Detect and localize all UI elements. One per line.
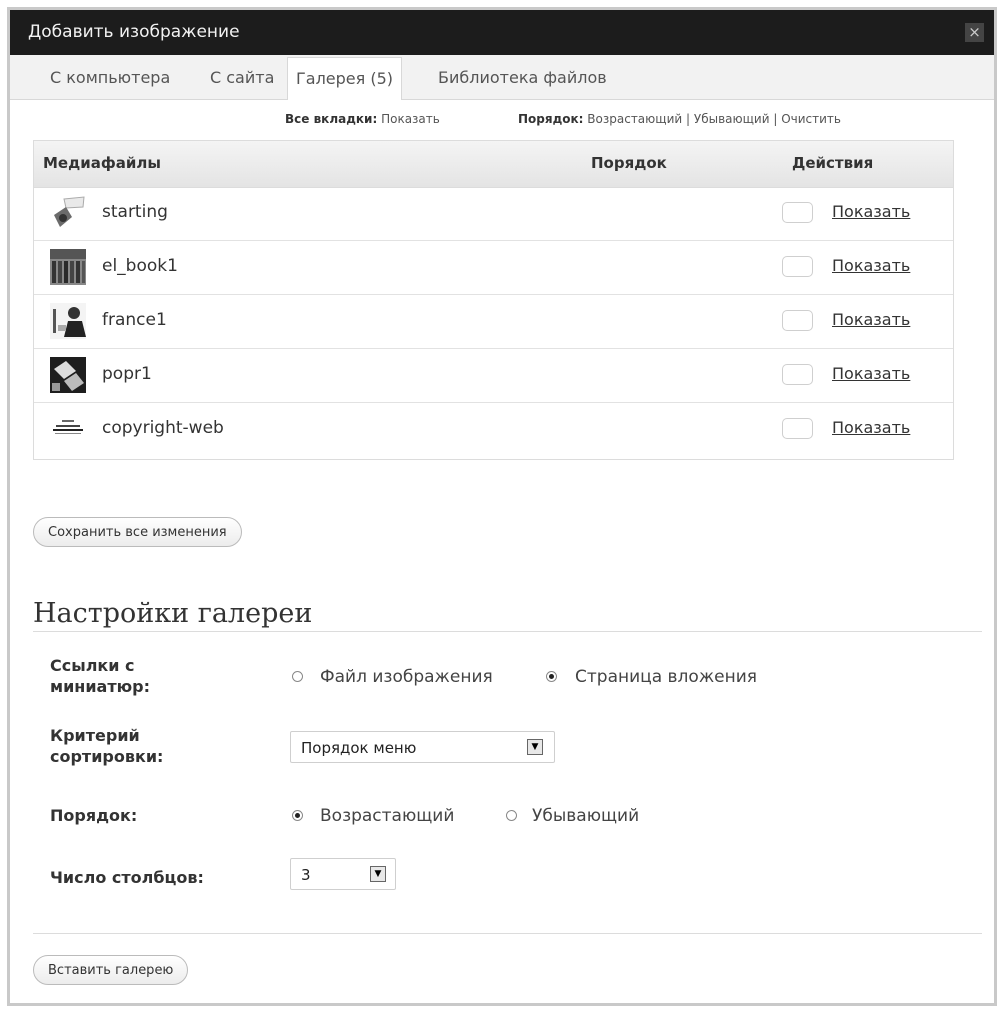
label-line: Ссылки с bbox=[50, 656, 135, 675]
show-link[interactable]: Показать bbox=[832, 364, 910, 383]
order-label: Порядок: bbox=[50, 806, 138, 825]
columns-value: 3 bbox=[301, 866, 311, 884]
media-file-name: popr1 bbox=[102, 364, 152, 384]
tab-from-url[interactable]: С сайта bbox=[210, 55, 274, 99]
tab-gallery[interactable]: Галерея (5) bbox=[287, 57, 403, 100]
sort-clear-link[interactable]: Очистить bbox=[781, 112, 841, 126]
column-header-media: Медиафайлы bbox=[43, 154, 161, 172]
tab-from-computer[interactable]: С компьютера bbox=[50, 55, 170, 99]
sort-criterion-select[interactable]: Порядок меню ▼ bbox=[290, 731, 555, 763]
show-link[interactable]: Показать bbox=[832, 256, 910, 275]
sort-criterion-value: Порядок меню bbox=[301, 739, 417, 757]
all-tabs-label: Все вкладки: bbox=[285, 112, 378, 126]
gallery-settings-title: Настройки галереи bbox=[33, 598, 313, 629]
row-checkbox[interactable] bbox=[782, 202, 813, 223]
sort-order-control: Порядок: Возрастающий | Убывающий | Очис… bbox=[518, 112, 841, 126]
label-line: сортировки: bbox=[50, 747, 164, 766]
thumbnail-links-label: Ссылки с миниатюр: bbox=[50, 655, 150, 697]
all-tabs-show-link[interactable]: Показать bbox=[381, 112, 440, 126]
media-file-name: starting bbox=[102, 202, 168, 222]
order-desc-radio[interactable] bbox=[506, 810, 517, 821]
columns-select[interactable]: 3 ▼ bbox=[290, 858, 396, 890]
sort-criterion-label: Критерий сортировки: bbox=[50, 725, 163, 767]
table-row: starting Показать bbox=[34, 187, 953, 241]
media-file-name: france1 bbox=[102, 310, 167, 330]
row-checkbox[interactable] bbox=[782, 418, 813, 439]
tab-bar: С компьютера С сайта Галерея (5) Библиот… bbox=[10, 55, 994, 100]
show-link[interactable]: Показать bbox=[832, 418, 910, 437]
divider bbox=[33, 933, 982, 934]
table-row: copyright-web Показать bbox=[34, 403, 953, 457]
row-checkbox[interactable] bbox=[782, 310, 813, 331]
row-checkbox[interactable] bbox=[782, 256, 813, 277]
sort-desc-link[interactable]: Убывающий bbox=[694, 112, 770, 126]
image-thumbnail-icon bbox=[50, 411, 86, 447]
sort-asc-link[interactable]: Возрастающий bbox=[587, 112, 682, 126]
chevron-down-icon[interactable]: ▼ bbox=[527, 739, 543, 755]
link-file-option-label: Файл изображения bbox=[320, 667, 493, 687]
link-file-radio[interactable] bbox=[292, 671, 303, 682]
media-file-name: copyright-web bbox=[102, 418, 224, 438]
insert-gallery-button[interactable]: Вставить галерею bbox=[33, 955, 189, 985]
image-thumbnail-icon bbox=[50, 195, 86, 231]
order-asc-option-label: Возрастающий bbox=[320, 806, 455, 826]
image-thumbnail-icon bbox=[50, 249, 86, 285]
chevron-down-icon[interactable]: ▼ bbox=[370, 866, 386, 882]
link-attachment-option-label: Страница вложения bbox=[575, 667, 757, 687]
tab-media-library[interactable]: Библиотека файлов bbox=[438, 55, 607, 99]
table-row: france1 Показать bbox=[34, 295, 953, 349]
show-link[interactable]: Показать bbox=[832, 202, 910, 221]
dialog-title: Добавить изображение bbox=[28, 22, 240, 42]
media-table-header: Медиафайлы Порядок Действия bbox=[34, 141, 953, 188]
dialog-titlebar: Добавить изображение × bbox=[10, 10, 994, 55]
image-thumbnail-icon bbox=[50, 357, 86, 393]
order-desc-option-label: Убывающий bbox=[532, 806, 640, 826]
order-asc-radio[interactable] bbox=[292, 810, 303, 821]
media-file-name: el_book1 bbox=[102, 256, 178, 276]
separator: | bbox=[773, 112, 778, 126]
column-header-actions: Действия bbox=[792, 154, 874, 172]
show-link[interactable]: Показать bbox=[832, 310, 910, 329]
column-header-order: Порядок bbox=[591, 154, 667, 172]
all-tabs-control: Все вкладки: Показать bbox=[285, 112, 440, 126]
separator: | bbox=[686, 112, 691, 126]
table-row: el_book1 Показать bbox=[34, 241, 953, 295]
row-checkbox[interactable] bbox=[782, 364, 813, 385]
link-attachment-radio[interactable] bbox=[546, 671, 557, 682]
image-thumbnail-icon bbox=[50, 303, 86, 339]
label-line: Критерий bbox=[50, 726, 140, 745]
close-icon[interactable]: × bbox=[965, 23, 984, 42]
media-table: Медиафайлы Порядок Действия starting Пок… bbox=[33, 140, 954, 460]
divider bbox=[33, 631, 982, 632]
columns-label: Число столбцов: bbox=[50, 868, 204, 887]
sort-order-label: Порядок: bbox=[518, 112, 584, 126]
label-line: миниатюр: bbox=[50, 677, 151, 696]
table-row: popr1 Показать bbox=[34, 349, 953, 403]
save-all-changes-button[interactable]: Сохранить все изменения bbox=[33, 517, 242, 547]
